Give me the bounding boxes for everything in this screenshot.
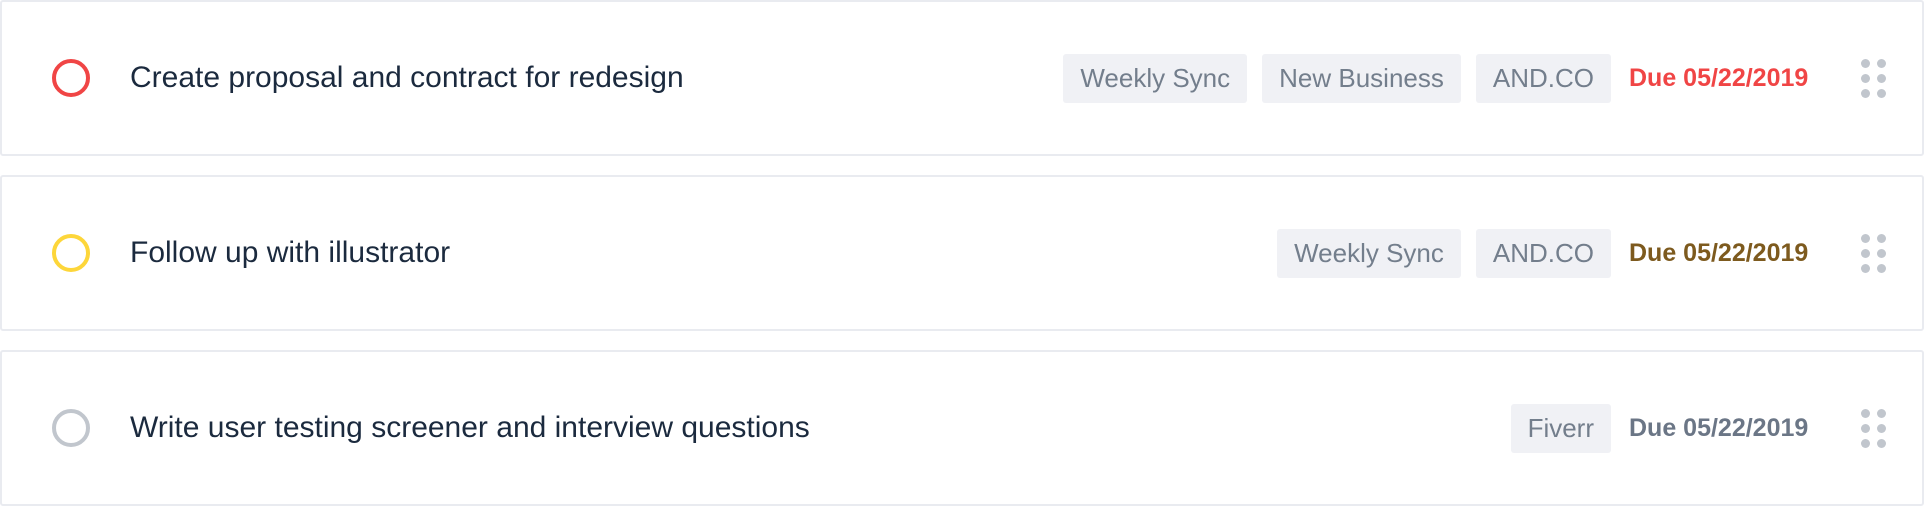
task-title[interactable]: Follow up with illustrator (130, 236, 1277, 270)
complete-checkbox[interactable] (52, 409, 90, 447)
drag-handle-icon[interactable] (1861, 233, 1886, 273)
tag[interactable]: New Business (1262, 53, 1461, 103)
task-card[interactable]: Follow up with illustrator Weekly Sync A… (0, 175, 1924, 331)
complete-checkbox[interactable] (52, 59, 90, 97)
tag-list: Weekly Sync New Business AND.CO (1063, 53, 1611, 103)
task-title[interactable]: Write user testing screener and intervie… (130, 411, 1511, 445)
due-date: Due 05/22/2019 (1629, 238, 1809, 267)
tag[interactable]: Weekly Sync (1063, 53, 1248, 103)
tag[interactable]: AND.CO (1475, 228, 1611, 278)
task-card[interactable]: Write user testing screener and intervie… (0, 350, 1924, 506)
tag[interactable]: Weekly Sync (1277, 228, 1461, 278)
task-card[interactable]: Create proposal and contract for redesig… (0, 0, 1924, 156)
tag-list: Weekly Sync AND.CO (1277, 228, 1611, 278)
complete-checkbox[interactable] (52, 234, 90, 272)
tag[interactable]: AND.CO (1475, 53, 1611, 103)
drag-handle-icon[interactable] (1861, 408, 1886, 448)
tag-list: Fiverr (1510, 403, 1611, 453)
task-list: Create proposal and contract for redesig… (0, 0, 1924, 506)
due-date: Due 05/22/2019 (1629, 63, 1809, 92)
tag[interactable]: Fiverr (1510, 403, 1611, 453)
drag-handle-icon[interactable] (1861, 58, 1886, 98)
task-title[interactable]: Create proposal and contract for redesig… (130, 61, 1063, 95)
due-date: Due 05/22/2019 (1629, 413, 1809, 442)
